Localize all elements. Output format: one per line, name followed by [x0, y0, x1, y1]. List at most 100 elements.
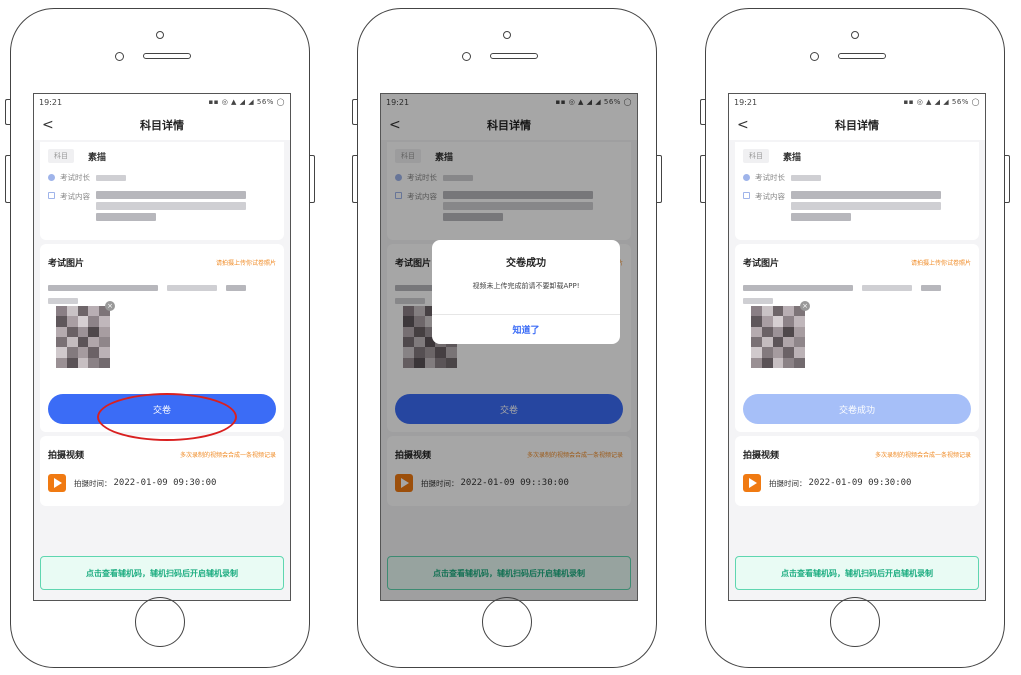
remove-photo-icon[interactable]: × [105, 301, 115, 311]
exam-photo-card: 考试图片 请拍摄上传你试卷照片 × 交卷 [40, 244, 284, 432]
volume-button [352, 155, 357, 203]
subject-row: 科目 素描 [48, 148, 276, 164]
mute-switch [5, 99, 10, 125]
home-button [830, 597, 880, 647]
video-section-title: 拍摄视频 [48, 450, 85, 461]
exam-photo-thumbnail[interactable] [56, 306, 110, 368]
blurred-content [791, 191, 941, 221]
app-screen: 19:21 ▪▪ ◎ ▲ ◢ ◢ 56% ◯ < 科目详情 科目 素描 考试时长… [728, 93, 986, 601]
video-section-title: 拍摄视频 [743, 450, 780, 461]
dialog-message: 视频未上传完成前请不要卸载APP! [472, 282, 580, 290]
photo-section-header: 考试图片 请拍摄上传你试卷照片 [48, 254, 276, 270]
home-button [482, 597, 532, 647]
remove-photo-icon[interactable]: × [800, 301, 810, 311]
subject-value: 素描 [783, 152, 802, 163]
status-icons: ▪▪ ◎ ▲ ◢ ◢ 56% ◯ [903, 98, 980, 106]
phone-frame-1: 19:21 ▪▪ ◎ ▲ ◢ ◢ 56% ◯ < 科目详情 科目 素描 考试时长… [5, 8, 315, 668]
volume-button [700, 155, 705, 203]
exam-content-label: 考试内容 [755, 192, 785, 201]
submit-success-dialog: 交卷成功 视频未上传完成前请不要卸载APP! 知道了 [432, 240, 620, 344]
clock-icon [48, 174, 55, 181]
power-button [657, 155, 662, 203]
video-section-hint: 多次录制的视频会合成一条视频记录 [874, 451, 971, 459]
video-time-label: 拍摄时间： [74, 478, 112, 488]
exam-content-row: 考试内容 [48, 191, 276, 221]
camera-icon [851, 31, 859, 39]
home-button [135, 597, 185, 647]
video-card: 拍摄视频 多次录制的视频会合成一条视频记录 拍摄时间： 2022-01-09 0… [40, 436, 284, 506]
content-icon [48, 192, 55, 199]
subject-tag: 科目 [48, 149, 74, 163]
camera-icon [503, 31, 511, 39]
speaker-grille [838, 53, 886, 59]
mute-switch [352, 99, 357, 125]
status-time: 19:21 [734, 97, 758, 107]
play-icon[interactable] [743, 474, 761, 492]
speaker-grille [143, 53, 191, 59]
blurred-content [96, 191, 246, 221]
status-bar: 19:21 ▪▪ ◎ ▲ ◢ ◢ 56% ◯ [729, 94, 985, 110]
video-card: 拍摄视频 多次录制的视频会合成一条视频记录 拍摄时间： 2022-01-09 0… [735, 436, 979, 506]
video-record-row[interactable]: 拍摄时间： 2022-01-09 09:30:00 [743, 474, 971, 492]
status-bar: 19:21 ▪▪ ◎ ▲ ◢ ◢ 56% ◯ [34, 94, 290, 110]
app-screen: 19:21 ▪▪ ◎ ▲ ◢ ◢ 56% ◯ < 科目详情 科目 素描 考试时长… [33, 93, 291, 601]
exam-info-card: 科目 素描 考试时长 考试内容 [735, 142, 979, 240]
photo-section-header: 考试图片 请拍摄上传你试卷照片 [743, 254, 971, 270]
volume-button [5, 155, 10, 203]
nav-bar: < 科目详情 [34, 110, 290, 140]
subject-tag: 科目 [743, 149, 769, 163]
power-button [310, 155, 315, 203]
clock-icon [743, 174, 750, 181]
exam-content-row: 考试内容 [743, 191, 971, 221]
exam-duration-label: 考试时长 [60, 173, 90, 182]
video-record-row[interactable]: 拍摄时间： 2022-01-09 09:30:00 [48, 474, 276, 492]
blurred-duration [96, 174, 126, 181]
video-section-hint: 多次录制的视频会合成一条视频记录 [179, 451, 276, 459]
video-section-header: 拍摄视频 多次录制的视频会合成一条视频记录 [48, 446, 276, 462]
modal-overlay [381, 94, 637, 600]
status-time: 19:21 [39, 97, 63, 107]
video-time-value: 2022-01-09 09:30:00 [808, 478, 912, 488]
video-section-header: 拍摄视频 多次录制的视频会合成一条视频记录 [743, 446, 971, 462]
exam-photo-card: 考试图片 请拍摄上传你试卷照片 × 交卷成功 [735, 244, 979, 432]
exam-content-label: 考试内容 [60, 192, 90, 201]
speaker-grille [490, 53, 538, 59]
photo-section-hint: 请拍摄上传你试卷照片 [910, 259, 971, 267]
aux-device-code-button[interactable]: 点击查看辅机码，辅机扫码后开启辅机录制 [735, 556, 979, 590]
exam-info-card: 科目 素描 考试时长 考试内容 [40, 142, 284, 240]
sensor-icon [115, 52, 124, 61]
video-time-label: 拍摄时间： [769, 478, 807, 488]
page-title: 科目详情 [835, 119, 879, 132]
back-icon[interactable]: < [42, 117, 54, 133]
nav-bar: < 科目详情 [729, 110, 985, 140]
app-screen: 19:21 ▪▪ ◎ ▲ ◢ ◢ 56% ◯ < 科目详情 科目 素描 考试时长… [380, 93, 638, 601]
content-icon [743, 192, 750, 199]
subject-row: 科目 素描 [743, 148, 971, 164]
submit-exam-button[interactable]: 交卷 [48, 394, 276, 424]
exam-duration-label: 考试时长 [755, 173, 785, 182]
photo-section-hint: 请拍摄上传你试卷照片 [215, 259, 276, 267]
exam-duration-row: 考试时长 [743, 172, 971, 183]
blurred-duration [791, 174, 821, 181]
dialog-ok-button[interactable]: 知道了 [432, 314, 620, 344]
back-icon[interactable]: < [737, 117, 749, 133]
sensor-icon [810, 52, 819, 61]
subject-value: 素描 [88, 152, 107, 163]
photo-section-title: 考试图片 [48, 258, 85, 269]
play-icon[interactable] [48, 474, 66, 492]
phone-frame-3: 19:21 ▪▪ ◎ ▲ ◢ ◢ 56% ◯ < 科目详情 科目 素描 考试时长… [700, 8, 1010, 668]
phone-frame-2: 19:21 ▪▪ ◎ ▲ ◢ ◢ 56% ◯ < 科目详情 科目 素描 考试时长… [352, 8, 662, 668]
blurred-photo-desc [48, 276, 276, 304]
page-title: 科目详情 [140, 119, 184, 132]
dialog-title: 交卷成功 [506, 258, 546, 269]
blurred-photo-desc [743, 276, 971, 304]
photo-section-title: 考试图片 [743, 258, 780, 269]
video-time-value: 2022-01-09 09:30:00 [113, 478, 217, 488]
exam-photo-thumbnail[interactable] [751, 306, 805, 368]
exam-duration-row: 考试时长 [48, 172, 276, 183]
status-icons: ▪▪ ◎ ▲ ◢ ◢ 56% ◯ [208, 98, 285, 106]
power-button [1005, 155, 1010, 203]
submit-done-button: 交卷成功 [743, 394, 971, 424]
aux-device-code-button[interactable]: 点击查看辅机码，辅机扫码后开启辅机录制 [40, 556, 284, 590]
sensor-icon [462, 52, 471, 61]
